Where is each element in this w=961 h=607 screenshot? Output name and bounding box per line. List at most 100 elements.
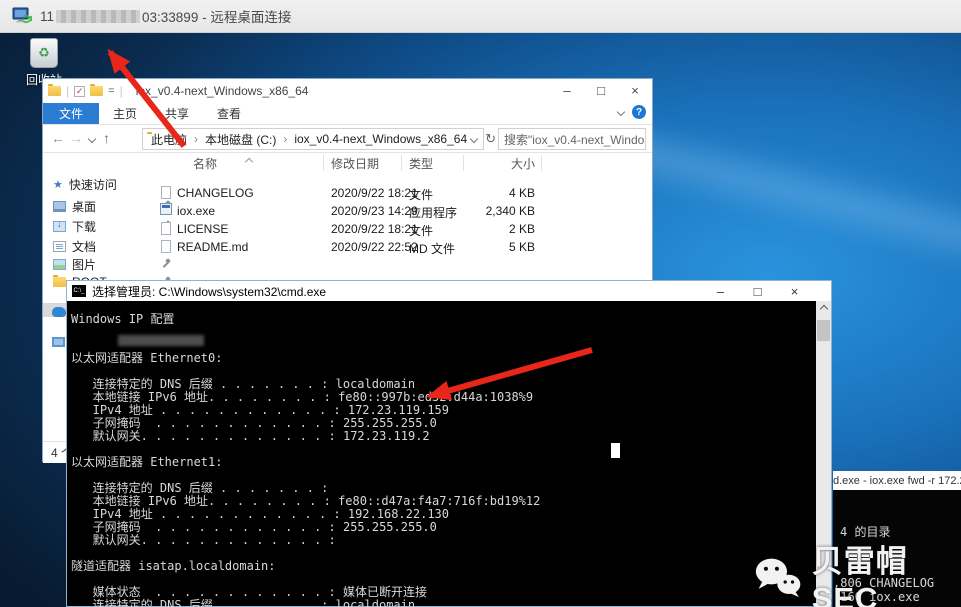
sidebar-item-label: 文档 bbox=[72, 238, 96, 255]
ipconfig-output: Windows IP 配置以太网适配器 Ethernet0: 连接特定的 DNS… bbox=[71, 313, 801, 607]
column-divider bbox=[541, 155, 542, 171]
breadcrumb-current-folder[interactable]: iox_v0.4-next_Windows_x86_64 bbox=[294, 132, 467, 146]
console-line: 默认网关. . . . . . . . . . . . . : bbox=[71, 534, 801, 547]
file-date: 2020/9/22 18:21 bbox=[331, 186, 418, 200]
up-icon[interactable]: ↑ bbox=[103, 130, 110, 146]
file-type: 文件 bbox=[409, 186, 433, 203]
sidebar-quick-access-label: 快速访问 bbox=[69, 176, 117, 193]
rdp-titlebar[interactable]: 11 03:33899 - 远程桌面连接 bbox=[0, 0, 961, 33]
breadcrumb-local-disk-c[interactable]: 本地磁盘 (C:) bbox=[205, 131, 276, 148]
search-placeholder-text: 搜索"iox_v0.4-next_Windo... bbox=[504, 131, 646, 148]
sidebar-item-label: 图片 bbox=[72, 256, 96, 273]
scrollbar-thumb[interactable] bbox=[817, 320, 830, 341]
cmd-window-title: 选择管理员: C:\Windows\system32\cmd.exe bbox=[92, 283, 326, 300]
rdp-title: 11 03:33899 - 远程桌面连接 bbox=[40, 6, 291, 26]
recycle-bin-icon[interactable]: ♻ bbox=[30, 38, 58, 68]
onedrive-icon bbox=[52, 307, 66, 317]
file-name: LICENSE bbox=[177, 222, 228, 236]
file-name: iox.exe bbox=[177, 204, 215, 218]
cmd-maximize-button[interactable]: □ bbox=[739, 281, 776, 301]
sidebar-item-label: 下载 bbox=[72, 218, 96, 235]
sort-ascending-icon bbox=[245, 158, 253, 166]
tab-file[interactable]: 文件 bbox=[43, 103, 99, 124]
console-line: 以太网适配器 Ethernet0: bbox=[71, 352, 801, 365]
column-divider bbox=[401, 155, 402, 171]
downloads-icon bbox=[53, 221, 66, 232]
explorer-minimize-button[interactable]: – bbox=[550, 79, 584, 101]
file-name: README.md bbox=[177, 240, 248, 254]
file-size: 2,340 KB bbox=[443, 204, 535, 218]
tab-home[interactable]: 主页 bbox=[99, 103, 151, 124]
app-folder-icon bbox=[48, 86, 61, 96]
column-divider bbox=[463, 155, 464, 171]
explorer-close-button[interactable]: × bbox=[618, 79, 652, 101]
breadcrumb-separator: › bbox=[191, 132, 201, 146]
address-dropdown-chevron-icon[interactable] bbox=[470, 135, 478, 143]
qat-properties-icon[interactable]: ✓ bbox=[74, 86, 85, 97]
console-cursor-block bbox=[611, 443, 620, 458]
refresh-icon[interactable]: ↻ bbox=[485, 131, 496, 147]
explorer-titlebar[interactable]: | ✓ = | iox_v0.4-next_Windows_x86_64 – □… bbox=[43, 79, 652, 103]
console-line: 连接特定的 DNS 后缀 . . . . . . . : localdomain bbox=[71, 599, 801, 607]
column-header-name[interactable]: 名称 bbox=[193, 155, 217, 172]
wechat-icon bbox=[754, 555, 802, 599]
help-icon[interactable]: ? bbox=[632, 105, 646, 119]
column-header-date[interactable]: 修改日期 bbox=[331, 155, 379, 172]
column-header-size[interactable]: 大小 bbox=[453, 155, 535, 172]
back-icon[interactable]: ← bbox=[51, 130, 65, 146]
file-date: 2020/9/23 14:29 bbox=[331, 204, 418, 218]
explorer-window-title: iox_v0.4-next_Windows_x86_64 bbox=[136, 84, 309, 98]
column-divider bbox=[323, 155, 324, 171]
sidebar-item-downloads[interactable]: 下载 bbox=[53, 217, 165, 235]
folder-icon bbox=[53, 277, 66, 287]
explorer-maximize-button[interactable]: □ bbox=[584, 79, 618, 101]
ribbon-expand-chevron-icon[interactable] bbox=[617, 108, 625, 116]
breadcrumb-separator: › bbox=[280, 132, 290, 146]
console-line: 隧道适配器 isatap.localdomain: bbox=[71, 560, 801, 573]
pictures-icon bbox=[53, 259, 66, 270]
pin-icon bbox=[161, 259, 171, 269]
file-icon bbox=[161, 186, 171, 199]
cmd-icon: C:\_ bbox=[72, 285, 86, 297]
console-line: 默认网关. . . . . . . . . . . . . : 172.23.1… bbox=[71, 430, 801, 443]
qat-divider-2: | bbox=[120, 84, 123, 98]
recycle-symbol-icon: ♻ bbox=[38, 45, 50, 61]
file-date: 2020/9/22 18:21 bbox=[331, 222, 418, 236]
file-type: 文件 bbox=[409, 222, 433, 239]
search-input[interactable]: 搜索"iox_v0.4-next_Windo... bbox=[498, 128, 646, 150]
scrollbar-up-icon[interactable] bbox=[816, 301, 831, 316]
documents-icon bbox=[53, 241, 66, 252]
iox-fwd-window-title: d.exe - iox.exe fwd -r 172.23 bbox=[833, 475, 961, 487]
breadcrumb-this-pc[interactable]: 此电脑 bbox=[151, 131, 187, 148]
column-header-type[interactable]: 类型 bbox=[409, 155, 433, 172]
file-name: CHANGELOG bbox=[177, 186, 254, 200]
qat-customize-icon[interactable]: = bbox=[108, 85, 114, 97]
tab-share[interactable]: 共享 bbox=[151, 103, 203, 124]
history-chevron-icon[interactable] bbox=[88, 135, 96, 143]
file-size: 4 KB bbox=[443, 186, 535, 200]
desktop-icon bbox=[53, 201, 66, 212]
star-icon: ★ bbox=[53, 178, 63, 191]
redacted-ip-block bbox=[56, 10, 140, 23]
rdp-session-screen: ♻ 回收站 | ✓ = | iox_v0.4-next_Windows_x86_… bbox=[0, 0, 961, 607]
sidebar-item-quick-access[interactable]: ★ 快速访问 bbox=[53, 175, 165, 193]
this-pc-icon bbox=[52, 337, 65, 347]
sidebar-item-desktop[interactable]: 桌面 bbox=[53, 197, 165, 215]
sidebar-item-label: 桌面 bbox=[72, 198, 96, 215]
redacted-command-line bbox=[118, 335, 204, 346]
cmd-minimize-button[interactable]: – bbox=[702, 281, 739, 301]
address-bar[interactable]: 此电脑 › 本地磁盘 (C:) › iox_v0.4-next_Windows_… bbox=[142, 128, 484, 150]
sidebar-item-documents[interactable]: 文档 bbox=[53, 237, 165, 255]
rdp-title-suffix: 03:33899 - 远程桌面连接 bbox=[142, 6, 291, 26]
forward-icon[interactable]: → bbox=[69, 130, 83, 146]
qat-new-folder-icon[interactable] bbox=[90, 86, 103, 96]
tab-view[interactable]: 查看 bbox=[203, 103, 255, 124]
ribbon-right-controls: ? bbox=[618, 105, 646, 119]
cmd-close-button[interactable]: × bbox=[776, 281, 813, 301]
console-line: 以太网适配器 Ethernet1: bbox=[71, 456, 801, 469]
iox-fwd-window-titlebar[interactable]: d.exe - iox.exe fwd -r 172.23 bbox=[833, 471, 961, 490]
file-size: 2 KB bbox=[443, 222, 535, 236]
file-size: 5 KB bbox=[443, 240, 535, 254]
sidebar-item-pictures[interactable]: 图片 bbox=[53, 255, 165, 273]
remote-desktop-icon bbox=[12, 6, 32, 26]
